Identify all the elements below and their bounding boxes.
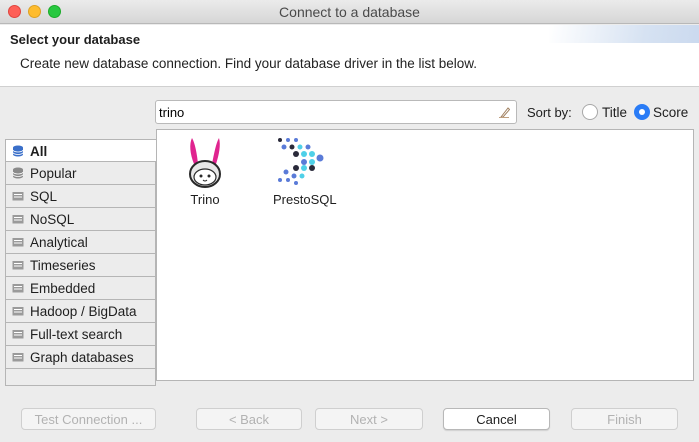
database-icon — [12, 167, 24, 179]
folder-icon — [12, 261, 24, 270]
category-label: NoSQL — [30, 212, 75, 227]
folder-icon — [12, 238, 24, 247]
category-embedded[interactable]: Embedded — [5, 277, 156, 300]
category-nosql[interactable]: NoSQL — [5, 208, 156, 231]
sort-score-radio[interactable] — [634, 104, 650, 120]
folder-icon — [12, 353, 24, 362]
sort-by-label: Sort by: — [527, 105, 572, 120]
category-all[interactable]: All — [5, 139, 157, 162]
category-popular[interactable]: Popular — [5, 162, 156, 185]
next-button[interactable]: Next > — [315, 408, 423, 430]
driver-tile-prestosql[interactable]: PrestoSQL — [273, 134, 337, 207]
window-title: Connect to a database — [279, 4, 420, 20]
folder-icon — [12, 215, 24, 224]
category-label: SQL — [30, 189, 58, 204]
category-label: Hadoop / BigData — [30, 304, 137, 319]
driver-search-box[interactable] — [155, 100, 517, 124]
category-list-filler — [5, 369, 156, 386]
prestosql-dots-icon — [277, 138, 324, 185]
header-decoration — [549, 25, 699, 43]
sort-score-label[interactable]: Score — [653, 105, 688, 120]
back-button[interactable]: < Back — [196, 408, 302, 430]
category-sql[interactable]: SQL — [5, 185, 156, 208]
trino-bunny-icon — [189, 138, 221, 188]
driver-label: Trino — [190, 192, 220, 207]
category-label: Graph databases — [30, 350, 134, 365]
title-bar: Connect to a database — [0, 0, 699, 24]
category-full-text-search[interactable]: Full-text search — [5, 323, 156, 346]
folder-icon — [12, 307, 24, 316]
category-label: All — [30, 144, 48, 159]
page-title: Select your database — [10, 32, 141, 47]
clear-search-icon[interactable] — [498, 106, 510, 118]
category-label: Full-text search — [30, 327, 123, 342]
category-label: Embedded — [30, 281, 96, 296]
driver-search-input[interactable] — [159, 104, 489, 120]
category-label: Analytical — [30, 235, 88, 250]
folder-icon — [12, 330, 24, 339]
category-graph-databases[interactable]: Graph databases — [5, 346, 156, 369]
category-label: Timeseries — [30, 258, 96, 273]
sort-title-label[interactable]: Title — [602, 105, 627, 120]
category-list: All Popular SQL NoSQL Analytical Timeser… — [5, 139, 157, 386]
driver-results-panel: Trino PrestoSQL — [156, 129, 694, 381]
folder-icon — [12, 284, 24, 293]
driver-tile-trino[interactable]: Trino — [181, 134, 229, 207]
cancel-button[interactable]: Cancel — [443, 408, 550, 430]
folder-icon — [12, 192, 24, 201]
category-hadoop-bigdata[interactable]: Hadoop / BigData — [5, 300, 156, 323]
database-icon — [12, 145, 24, 157]
category-label: Popular — [30, 166, 77, 181]
wizard-header: Select your database Create new database… — [0, 25, 699, 87]
page-description: Create new database connection. Find you… — [20, 56, 478, 71]
driver-label: PrestoSQL — [273, 192, 337, 207]
finish-button[interactable]: Finish — [571, 408, 678, 430]
sort-title-radio[interactable] — [582, 104, 598, 120]
test-connection-button[interactable]: Test Connection ... — [21, 408, 156, 430]
category-analytical[interactable]: Analytical — [5, 231, 156, 254]
category-timeseries[interactable]: Timeseries — [5, 254, 156, 277]
